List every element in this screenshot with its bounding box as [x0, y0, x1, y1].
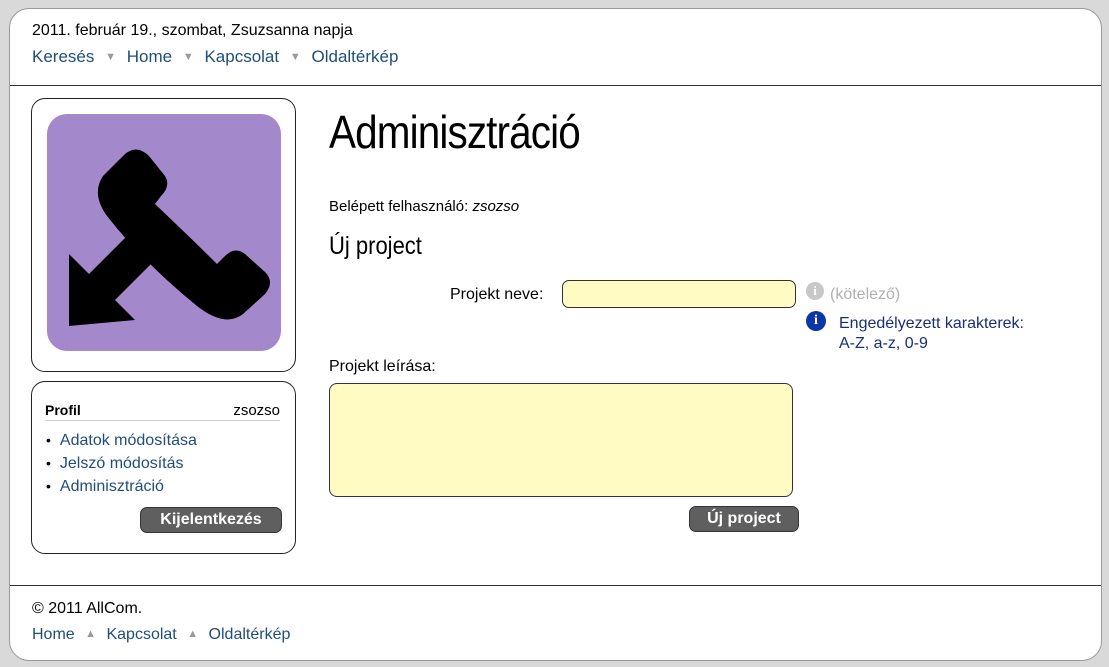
nav-sitemap-link[interactable]: Oldaltérkép — [311, 47, 398, 66]
allowed-characters-hint: Engedélyezett karakterek: A-Z, a-z, 0-9 — [839, 314, 1024, 354]
project-description-textarea[interactable] — [329, 383, 793, 497]
footer-home-link[interactable]: Home — [32, 626, 75, 643]
project-name-input[interactable] — [562, 280, 796, 308]
list-item: Jelszó módosítás — [46, 452, 197, 475]
nav-separator: ▼ — [105, 51, 116, 63]
footer: © 2011 AllCom. Home ▲ Kapcsolat ▲ Oldalt… — [10, 585, 1101, 660]
section-title: Új project — [329, 232, 422, 260]
nav-separator: ▼ — [289, 51, 301, 63]
page-frame: 2011. február 19., szombat, Zsuzsanna na… — [9, 8, 1102, 661]
project-name-label: Projekt neve: — [450, 286, 544, 303]
change-password-link[interactable]: Jelszó módosítás — [60, 455, 184, 472]
edit-data-link[interactable]: Adatok módosítása — [60, 432, 197, 449]
top-nav: Keresés ▼ Home ▼ Kapcsolat ▼ Oldaltérkép — [32, 47, 398, 67]
nav-search-link[interactable]: Keresés — [32, 47, 94, 66]
nav-contact-link[interactable]: Kapcsolat — [204, 47, 279, 66]
allowed-characters-list: A-Z, a-z, 0-9 — [839, 335, 928, 352]
list-item: Adminisztráció — [46, 475, 197, 498]
logo-panel — [31, 98, 296, 372]
profile-username: zsozso — [233, 402, 280, 419]
footer-separator: ▲ — [85, 628, 97, 640]
profile-title: Profil — [45, 402, 81, 418]
logged-in-username: zsozso — [472, 198, 520, 215]
profile-header: Profil zsozso — [45, 402, 280, 421]
footer-separator: ▲ — [187, 628, 199, 640]
logged-in-label: Belépett felhasználó: — [329, 198, 469, 215]
footer-contact-link[interactable]: Kapcsolat — [106, 626, 176, 643]
info-icon: i — [806, 311, 826, 331]
profile-panel: Profil zsozso Adatok módosítása Jelszó m… — [31, 381, 296, 554]
administration-link[interactable]: Adminisztráció — [60, 478, 164, 495]
list-item: Adatok módosítása — [46, 429, 197, 452]
header: 2011. február 19., szombat, Zsuzsanna na… — [10, 9, 1101, 86]
nav-home-link[interactable]: Home — [127, 47, 172, 66]
current-date: 2011. február 19., szombat, Zsuzsanna na… — [32, 22, 353, 39]
project-description-label: Projekt leírása: — [329, 358, 436, 375]
phone-incoming-icon — [47, 114, 281, 351]
required-note: (kötelező) — [830, 286, 901, 303]
page-title: Adminisztráció — [329, 106, 581, 158]
new-project-button[interactable]: Új project — [689, 506, 799, 532]
logged-in-user: Belépett felhasználó: zsozso — [329, 198, 519, 215]
profile-menu: Adatok módosítása Jelszó módosítás Admin… — [46, 429, 197, 498]
logout-button[interactable]: Kijelentkezés — [140, 507, 282, 533]
footer-sitemap-link[interactable]: Oldaltérkép — [209, 626, 291, 643]
copyright: © 2011 AllCom. — [32, 600, 143, 617]
nav-separator: ▼ — [182, 51, 194, 63]
info-icon: i — [806, 282, 824, 300]
footer-nav: Home ▲ Kapcsolat ▲ Oldaltérkép — [32, 626, 290, 644]
allowed-characters-title: Engedélyezett karakterek: — [839, 315, 1024, 332]
